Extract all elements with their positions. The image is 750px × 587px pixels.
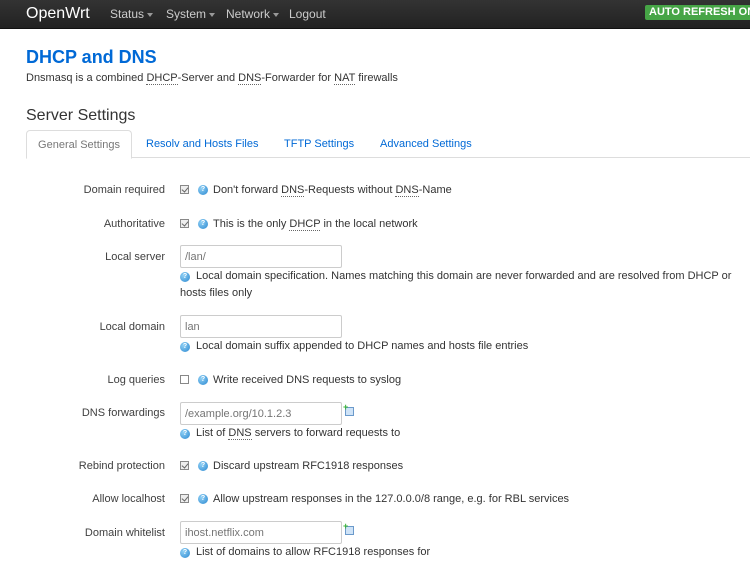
chevron-down-icon (273, 12, 280, 17)
desc-text: -Name (418, 184, 452, 196)
navbar: OpenWrt Status System Network Logout AUT… (0, 0, 750, 29)
rebind-protection-label: Rebind protection (78, 460, 165, 472)
nav-system-label: System (166, 7, 207, 21)
tab-bar: General Settings Resolv and Hosts Files … (26, 130, 750, 159)
desc-text: -Forwarder for (261, 72, 335, 84)
authoritative-checkbox[interactable] (180, 219, 189, 228)
tab-tftp-settings[interactable]: TFTP Settings (284, 130, 354, 158)
dns-forwardings-label: DNS forwardings (81, 407, 165, 419)
abbr-dns: DNS (238, 72, 262, 85)
allow-localhost-checkbox[interactable] (180, 494, 189, 503)
desc-text: Dnsmasq is a combined (26, 72, 147, 84)
help-icon: ? (198, 219, 208, 229)
domain-whitelist-label: Domain whitelist (84, 527, 165, 539)
local-server-input[interactable] (180, 245, 342, 268)
desc-text: -Requests without (304, 184, 396, 196)
help-icon: ? (198, 185, 208, 195)
domain-whitelist-desc: List of domains to allow RFC1918 respons… (196, 546, 431, 558)
rebind-protection-desc: Discard upstream RFC1918 responses (213, 460, 404, 472)
tab-general-settings[interactable]: General Settings (26, 130, 132, 159)
add-entry-icon[interactable]: + (343, 521, 354, 535)
allow-localhost-label: Allow localhost (92, 493, 165, 505)
add-entry-icon[interactable]: + (343, 402, 354, 416)
tab-resolv-hosts-files[interactable]: Resolv and Hosts Files (146, 130, 259, 158)
nav-status-label: Status (110, 7, 145, 21)
help-icon: ? (198, 494, 208, 504)
nav-network-label: Network (226, 7, 271, 21)
domain-required-checkbox[interactable] (180, 185, 189, 194)
desc-text: in the local network (320, 218, 418, 230)
allow-localhost-desc: Allow upstream responses in the 127.0.0.… (213, 493, 570, 505)
log-queries-desc: Write received DNS requests to syslog (213, 374, 402, 386)
log-queries-checkbox[interactable] (180, 375, 189, 384)
help-icon: ? (180, 342, 190, 352)
page-title: DHCP and DNS (26, 47, 157, 67)
abbr-dhcp: DHCP (146, 72, 178, 85)
help-icon: ? (180, 429, 190, 439)
domain-required-desc: Don't forward DNS-Requests without DNS-N… (213, 184, 452, 197)
section-title: Server Settings (26, 107, 136, 124)
plus-icon: + (343, 521, 349, 531)
desc-text: Don't forward (213, 184, 282, 196)
local-domain-desc: Local domain suffix appended to DHCP nam… (196, 340, 529, 352)
help-icon: ? (198, 461, 208, 471)
nav-system[interactable]: System (166, 7, 216, 21)
dns-forwardings-input[interactable] (180, 402, 342, 425)
local-server-label: Local server (105, 251, 165, 263)
page-description: Dnsmasq is a combined DHCP-Server and DN… (26, 72, 398, 85)
plus-icon: + (343, 402, 349, 412)
abbr-dns: DNS (281, 184, 305, 197)
local-domain-label: Local domain (99, 321, 165, 333)
nav-network[interactable]: Network (226, 7, 280, 21)
desc-text: List of (196, 427, 229, 439)
domain-required-label: Domain required (83, 184, 165, 196)
abbr-nat: NAT (334, 72, 356, 85)
help-icon: ? (180, 548, 190, 558)
help-icon: ? (198, 375, 208, 385)
abbr-dns: DNS (228, 427, 252, 440)
local-domain-input[interactable] (180, 315, 342, 338)
domain-whitelist-input[interactable] (180, 521, 342, 544)
abbr-dhcp: DHCP (289, 218, 321, 231)
auto-refresh-badge[interactable]: AUTO REFRESH ON (645, 5, 750, 20)
nav-logout[interactable]: Logout (289, 7, 326, 21)
desc-text: This is the only (213, 218, 290, 230)
brand-logo[interactable]: OpenWrt (26, 5, 90, 23)
nav-status[interactable]: Status (110, 7, 154, 21)
chevron-down-icon (147, 12, 154, 17)
tab-advanced-settings[interactable]: Advanced Settings (380, 130, 472, 158)
abbr-dns: DNS (395, 184, 419, 197)
desc-text: -Server and (177, 72, 239, 84)
desc-text: servers to forward requests to (251, 427, 401, 439)
dns-forwardings-desc: List of DNS servers to forward requests … (196, 427, 401, 440)
authoritative-label: Authoritative (103, 218, 165, 230)
authoritative-desc: This is the only DHCP in the local netwo… (213, 218, 418, 231)
log-queries-label: Log queries (107, 374, 166, 386)
chevron-down-icon (209, 12, 216, 17)
desc-text: firewalls (355, 72, 398, 84)
rebind-protection-checkbox[interactable] (180, 461, 189, 470)
local-server-desc: Local domain specification. Names matchi… (180, 270, 732, 299)
